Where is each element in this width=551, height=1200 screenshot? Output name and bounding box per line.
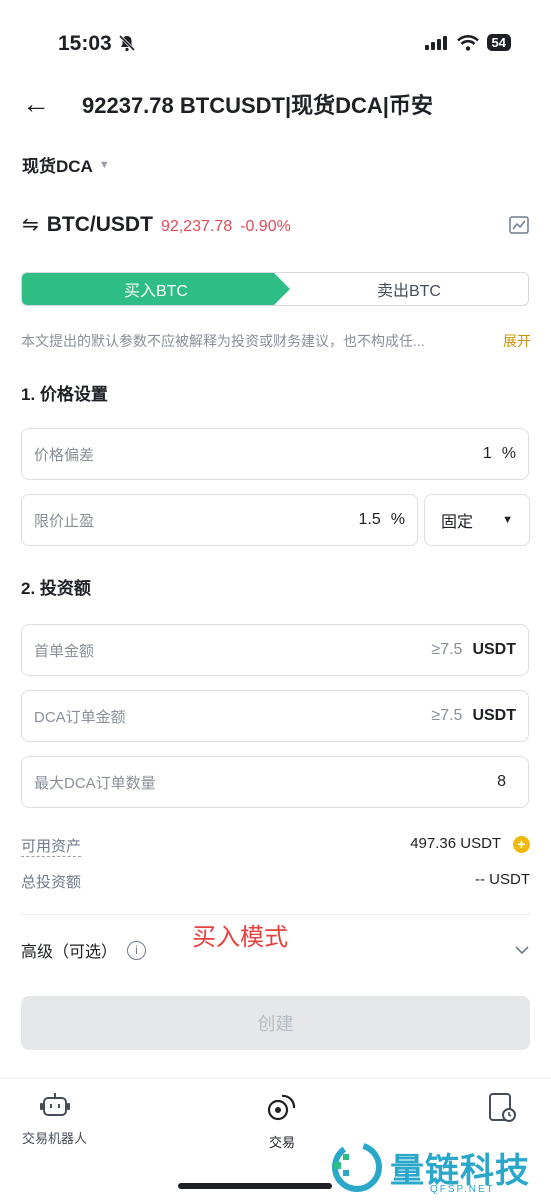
swap-icon[interactable]: ⇋ — [22, 212, 39, 237]
dca-order-unit: USDT — [472, 707, 516, 724]
robot-icon — [39, 1093, 70, 1116]
expand-link[interactable]: 展开 — [503, 331, 531, 351]
take-profit-placeholder: 限价止盈 — [34, 512, 95, 530]
add-funds-icon[interactable]: + — [513, 835, 530, 853]
back-arrow-icon[interactable]: ← — [22, 88, 82, 120]
pair-change: -0.90% — [240, 218, 291, 235]
first-order-hint: ≥7.5 — [431, 641, 463, 658]
chart-icon[interactable] — [509, 216, 529, 234]
total-label: 总投资额 — [21, 874, 82, 891]
home-indicator[interactable] — [178, 1183, 332, 1189]
page-header: ← 92237.78 BTCUSDT|现货DCA|币安 — [22, 88, 542, 120]
annotation-text: 买入模式 — [192, 924, 288, 951]
price-deviation-input[interactable]: 价格偏差 1 % — [21, 428, 529, 480]
take-profit-unit: % — [390, 511, 405, 528]
price-deviation-unit: % — [501, 445, 516, 462]
max-dca-orders-value: 8 — [497, 773, 506, 790]
disclaimer-text: 本文提出的默认参数不应被解释为投资或财务建议，也不构成任... — [21, 333, 425, 349]
pair-row: ⇋ BTC/USDT 92,237.78 -0.90% — [22, 212, 532, 237]
create-button[interactable]: 创建 — [21, 996, 530, 1050]
trade-icon — [267, 1094, 296, 1121]
order-history-icon[interactable] — [488, 1092, 518, 1124]
wifi-icon — [456, 34, 479, 51]
available-label[interactable]: 可用资产 — [21, 835, 82, 857]
disclaimer: 本文提出的默认参数不应被解释为投资或财务建议，也不构成任... 展开 — [21, 331, 531, 351]
status-indicators: 54 — [424, 34, 511, 51]
watermark: 量链科技 QFSP.NET — [330, 1140, 530, 1195]
section-title-price: 1. 价格设置 — [21, 385, 108, 404]
available-value: 497.36 USDT — [410, 835, 501, 852]
max-dca-orders-input[interactable]: 最大DCA订单数量 8 — [21, 756, 529, 808]
nav-trading-bot[interactable]: 交易机器人 — [22, 1092, 87, 1147]
strategy-mode-dropdown[interactable]: 现货DCA ▼ — [22, 152, 110, 177]
dca-order-amount-input[interactable]: DCA订单金额 ≥7.5 USDT — [21, 690, 529, 742]
battery-icon: 54 — [486, 34, 511, 51]
nav-trade[interactable]: 交易 — [266, 1092, 298, 1151]
available-balance-row: 可用资产 497.36 USDT + — [21, 835, 530, 857]
total-investment-row: 总投资额 -- USDT — [21, 871, 530, 892]
tab-buy[interactable]: 买入BTC — [22, 273, 290, 305]
page-title: 92237.78 BTCUSDT|现货DCA|币安 — [82, 93, 433, 118]
max-dca-orders-placeholder: 最大DCA订单数量 — [34, 774, 156, 792]
take-profit-input[interactable]: 限价止盈 1.5 % — [21, 494, 418, 546]
nav-trade-label: 交易 — [268, 1135, 295, 1150]
watermark-subtext: QFSP.NET — [430, 1184, 495, 1195]
pair-price: 92,237.78 — [160, 218, 233, 235]
watermark-logo-icon — [332, 1142, 382, 1192]
advanced-label: 高级（可选） — [21, 944, 118, 961]
caret-down-icon: ▼ — [98, 158, 110, 171]
info-icon[interactable]: i — [127, 940, 147, 960]
first-order-unit: USDT — [472, 641, 516, 658]
dca-order-hint: ≥7.5 — [431, 707, 463, 724]
signal-icon — [424, 35, 447, 50]
price-deviation-value: 1 — [482, 445, 492, 462]
bell-muted-icon — [118, 34, 135, 52]
nav-trading-bot-label: 交易机器人 — [22, 1131, 88, 1146]
take-profit-mode-label: 固定 — [441, 514, 474, 531]
bottom-divider — [0, 1078, 551, 1079]
first-order-placeholder: 首单金额 — [34, 642, 95, 660]
status-time: 15:03 — [58, 32, 136, 56]
dca-order-placeholder: DCA订单金额 — [34, 708, 126, 726]
price-deviation-placeholder: 价格偏差 — [34, 446, 95, 464]
buy-sell-tabs: 买入BTC 卖出BTC — [21, 272, 529, 306]
take-profit-mode-select[interactable]: 固定 ▼ — [424, 494, 530, 546]
pair-symbol[interactable]: BTC/USDT — [47, 213, 153, 237]
section-title-investment: 2. 投资额 — [21, 579, 91, 598]
chevron-down-icon — [515, 946, 529, 955]
caret-down-icon: ▼ — [502, 514, 513, 526]
strategy-mode-label: 现货DCA — [22, 157, 93, 176]
tab-sell[interactable]: 卖出BTC — [290, 273, 528, 305]
take-profit-value: 1.5 — [358, 511, 381, 528]
first-order-amount-input[interactable]: 首单金额 ≥7.5 USDT — [21, 624, 529, 676]
divider — [21, 914, 530, 915]
total-value: -- USDT — [475, 871, 530, 888]
